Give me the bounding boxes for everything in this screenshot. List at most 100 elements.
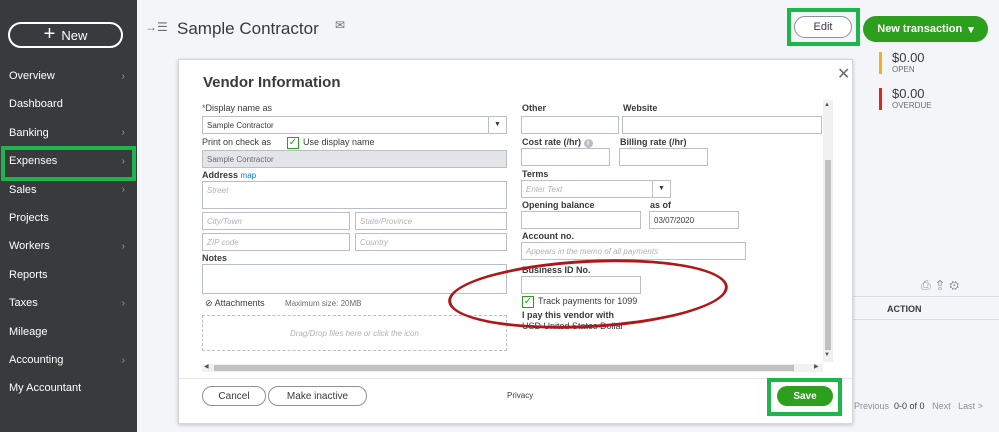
notes-field[interactable]	[202, 264, 507, 294]
sidebar-item-overview[interactable]: Overview ›	[0, 64, 137, 88]
sidebar-item-projects[interactable]: Projects	[0, 206, 137, 230]
attachments-label[interactable]: ⊘ Attachments	[205, 298, 265, 309]
chevron-right-icon: ›	[121, 127, 125, 139]
open-amount: $0.00	[892, 50, 925, 65]
print-on-check-field[interactable]: Sample Contractor	[202, 150, 507, 168]
action-column-header: ACTION	[847, 296, 999, 320]
address-label: Address map	[202, 170, 257, 180]
sidebar-item-label: Overview	[9, 70, 55, 82]
chevron-right-icon: ›	[121, 354, 125, 366]
sidebar-item-mileage[interactable]: Mileage	[0, 320, 137, 344]
use-display-name-label: Use display name	[303, 137, 375, 147]
attachments-dropzone[interactable]: Drag/Drop files here or click the icon	[202, 315, 507, 351]
sidebar-item-label: Dashboard	[9, 98, 63, 111]
sidebar-item-workers[interactable]: Workers ›	[0, 234, 137, 258]
caret-down-icon: ▾	[968, 23, 974, 36]
cancel-button[interactable]: Cancel	[202, 386, 266, 406]
city-field[interactable]: City/Town	[202, 212, 350, 230]
table-tools: ⎙⇪⚙	[921, 278, 965, 293]
state-field[interactable]: State/Province	[355, 212, 507, 230]
new-transaction-button[interactable]: New transaction ▾	[863, 16, 988, 42]
chevron-right-icon: ›	[121, 70, 125, 82]
scroll-left-icon: ◀	[204, 364, 209, 370]
pager-prev[interactable]: Previous	[854, 401, 889, 411]
new-button-label: New	[61, 27, 88, 43]
business-id-label: Business ID No.	[522, 265, 591, 275]
privacy-link[interactable]: Privacy	[507, 391, 533, 400]
sidebar-item-taxes[interactable]: Taxes ›	[0, 291, 137, 315]
country-field[interactable]: Country	[355, 233, 507, 251]
vertical-scrollbar[interactable]: ▲ ▼	[823, 100, 833, 362]
vendor-information-dialog: Vendor Information ✕ *Display name as Sa…	[178, 59, 853, 424]
horizontal-scroll-thumb[interactable]	[214, 365, 794, 371]
pager-last[interactable]: Last >	[958, 401, 983, 411]
print-icon[interactable]: ⎙	[921, 278, 937, 292]
export-icon[interactable]: ⇪	[937, 278, 950, 292]
display-name-select[interactable]: Sample Contractor ▼	[202, 116, 507, 134]
cost-rate-field[interactable]	[521, 148, 610, 166]
sidebar-item-label: Workers	[9, 240, 50, 253]
billing-rate-field[interactable]	[619, 148, 708, 166]
gear-icon[interactable]: ⚙	[949, 278, 965, 292]
vertical-scroll-thumb[interactable]	[825, 160, 831, 350]
chevron-down-icon: ▼	[488, 117, 506, 133]
overdue-label: OVERDUE	[892, 101, 932, 110]
make-inactive-button[interactable]: Make inactive	[268, 386, 367, 406]
pager-next[interactable]: Next	[932, 401, 951, 411]
terms-label: Terms	[522, 169, 549, 179]
opening-balance-label: Opening balance	[522, 200, 595, 210]
sidebar-item-dashboard[interactable]: Dashboard	[0, 92, 137, 116]
cost-rate-label: Cost rate (/hr) i	[522, 137, 593, 148]
sidebar-item-label: Sales	[9, 183, 37, 196]
sidebar-item-my-accountant[interactable]: My Accountant	[0, 376, 137, 400]
new-button[interactable]: + New	[8, 22, 123, 48]
close-icon[interactable]: ✕	[837, 64, 850, 84]
mail-icon[interactable]: ✉	[335, 18, 345, 32]
edit-button[interactable]: Edit	[794, 16, 852, 38]
chevron-right-icon: ›	[121, 240, 125, 252]
other-label: Other	[522, 103, 547, 113]
notes-label: Notes	[202, 253, 228, 263]
terms-select[interactable]: Enter Text ▼	[521, 180, 671, 198]
website-label: Website	[623, 103, 658, 113]
horizontal-scrollbar[interactable]: ◀ ▶	[202, 364, 823, 372]
website-field[interactable]	[622, 116, 822, 134]
map-link[interactable]: map	[241, 171, 257, 180]
zip-field[interactable]: ZIP code	[202, 233, 350, 251]
scroll-up-icon: ▲	[824, 102, 830, 108]
dialog-title: Vendor Information	[203, 74, 341, 91]
collapse-sidebar-icon[interactable]: →☰	[145, 20, 168, 34]
other-field[interactable]	[521, 116, 619, 134]
new-transaction-label: New transaction	[877, 23, 963, 35]
track-1099-checkbox[interactable]: ✓	[522, 296, 534, 308]
save-button[interactable]: Save	[777, 386, 833, 406]
billing-rate-label: Billing rate (/hr)	[620, 137, 687, 147]
account-no-label: Account no.	[522, 231, 574, 241]
sidebar-item-label: Accounting	[9, 354, 64, 366]
opening-balance-field[interactable]	[521, 211, 641, 229]
business-id-field[interactable]	[521, 276, 641, 294]
track-1099-label: Track payments for 1099	[538, 296, 638, 306]
page-title: Sample Contractor	[177, 19, 319, 38]
sidebar-item-accounting[interactable]: Accounting ›	[0, 348, 137, 372]
chevron-right-icon: ›	[121, 297, 125, 309]
sidebar-item-label: Mileage	[9, 325, 48, 338]
sidebar-item-banking[interactable]: Banking ›	[0, 121, 137, 145]
sidebar-item-label: Banking	[9, 126, 49, 139]
overdue-bar	[879, 88, 882, 110]
sidebar-item-sales[interactable]: Sales ›	[0, 178, 137, 202]
scroll-right-icon: ▶	[814, 364, 819, 370]
sidebar-item-reports[interactable]: Reports	[0, 263, 137, 287]
chevron-down-icon: ▼	[652, 181, 670, 197]
open-bar	[879, 52, 882, 74]
as-of-date-field[interactable]: 03/07/2020	[649, 211, 739, 229]
street-field[interactable]: Street	[202, 181, 507, 209]
pager-range: 0-0 of 0	[894, 401, 925, 411]
scroll-down-icon: ▼	[824, 352, 830, 358]
sidebar-item-label: Reports	[9, 268, 48, 281]
sidebar-item-label: Projects	[9, 212, 49, 224]
overdue-amount: $0.00	[892, 86, 925, 101]
use-display-name-checkbox[interactable]: ✓	[287, 137, 299, 149]
pay-currency-value: USD United States Dollar	[522, 321, 624, 331]
account-no-field[interactable]: Appears in the memo of all payments	[521, 242, 746, 260]
